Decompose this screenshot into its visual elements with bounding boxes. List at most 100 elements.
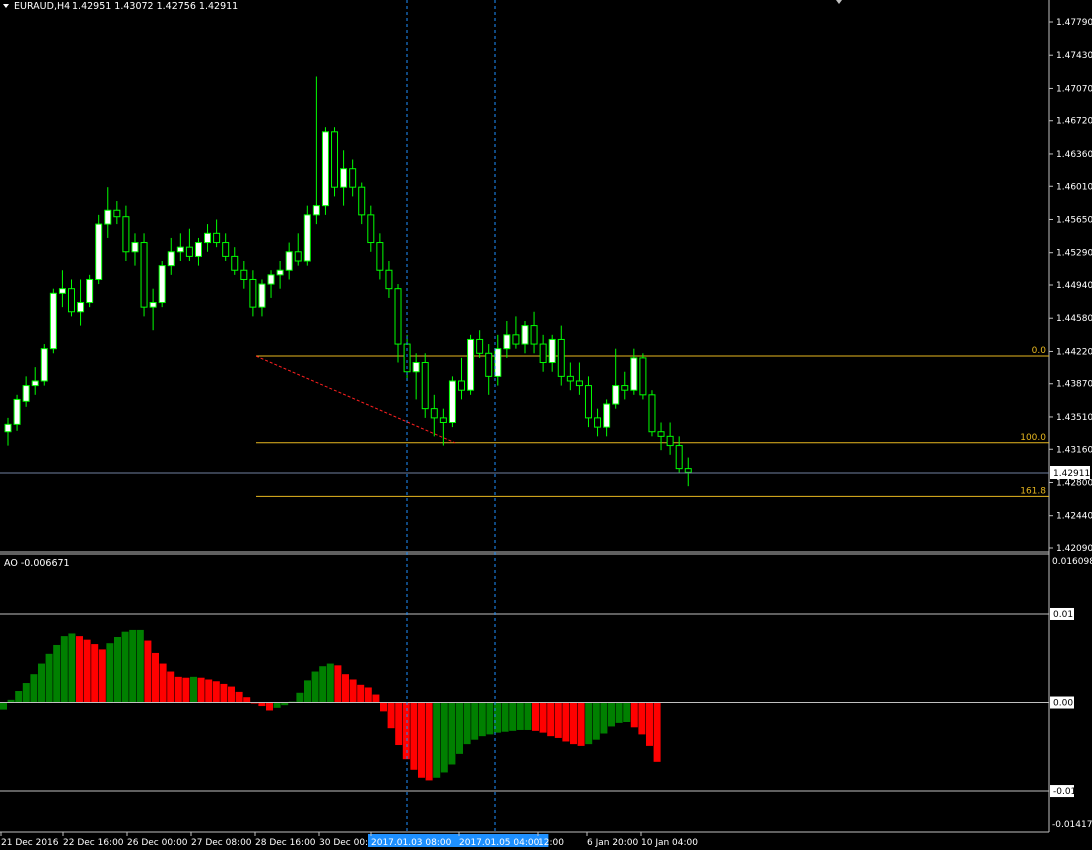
time-tick-label: 28 Dec 16:00 (255, 838, 316, 848)
ao-bar (121, 631, 129, 703)
ao-bar (205, 679, 213, 703)
ao-bar (433, 702, 441, 778)
ao-bar (45, 653, 53, 703)
time-tick-label: 10 Jan 04:00 (641, 838, 698, 848)
candle-body (603, 403, 611, 428)
candle-body (95, 223, 103, 280)
ao-bar (190, 676, 197, 703)
price-tick-label: 1.46360 (1056, 150, 1092, 160)
candle-body (439, 417, 447, 423)
ao-bar (258, 702, 266, 707)
current-price-label: 1.42911 (1053, 469, 1090, 479)
ao-bar (486, 702, 494, 735)
time-tick-label: 21 Dec 2016 (1, 838, 59, 848)
ao-tick-label: 0.016098 (1052, 557, 1092, 567)
ao-bar (372, 694, 380, 703)
candle-body (240, 269, 248, 280)
candle-body (421, 362, 429, 410)
ao-bar (554, 702, 562, 738)
ao-bar (174, 676, 182, 703)
ao-bar (615, 702, 623, 723)
ao-bar (357, 684, 365, 703)
candle-body (204, 232, 212, 244)
candle-body (303, 214, 311, 262)
ao-bar (15, 691, 23, 703)
candle-body (312, 205, 320, 216)
candle-body (294, 251, 302, 262)
time-tick-label: 2017.01.03 08:00 (371, 838, 452, 848)
ao-bar (212, 681, 220, 703)
ao-bar (326, 663, 334, 703)
candle-body (394, 288, 402, 345)
ao-bar (516, 702, 524, 730)
fib-level-label: 100.0 (1020, 433, 1046, 443)
price-tick-label: 1.42440 (1056, 512, 1092, 522)
price-tick-label: 1.47070 (1056, 84, 1092, 94)
candle-body (58, 288, 66, 294)
candle-body (639, 357, 647, 396)
ohlc-values: 1.42951 1.43072 1.42756 1.42911 (72, 1, 238, 12)
time-tick-label: 27 Dec 08:00 (191, 838, 252, 848)
ao-level-label: 0.01 (1053, 610, 1073, 620)
price-tick-label: 1.47790 (1056, 18, 1092, 28)
ao-bar (547, 702, 555, 737)
ao-bar (380, 702, 387, 712)
ao-bar (471, 702, 479, 740)
candle-body (657, 431, 665, 437)
ao-bar (387, 702, 395, 729)
indicator-name: AO -0.006671 (4, 558, 70, 569)
candle-body (621, 385, 629, 391)
candle-body (412, 362, 420, 373)
window-menu-arrow-icon[interactable] (3, 4, 9, 8)
candle-body (67, 288, 75, 313)
ao-bar (152, 652, 159, 703)
ao-bar (539, 702, 547, 733)
price-tick-label: 1.46010 (1056, 182, 1092, 192)
ao-bar (136, 629, 144, 703)
price-tick-label: 1.42800 (1056, 478, 1092, 488)
scroll-marker-icon[interactable] (836, 0, 842, 4)
price-tick-label: 1.46720 (1056, 117, 1092, 127)
ao-level-label: -0.01 (1053, 787, 1076, 797)
price-tick-label: 1.42090 (1056, 544, 1092, 554)
ao-bar (30, 674, 38, 703)
candle-body (476, 338, 484, 354)
ao-bar (425, 702, 433, 781)
ao-bar (266, 702, 273, 711)
chart-header: EURAUD,H4 1.42951 1.43072 1.42756 1.4291… (3, 1, 238, 12)
candle-body (176, 246, 184, 253)
ao-bar (456, 702, 463, 754)
candle-body (258, 283, 266, 308)
candle-body (167, 251, 175, 267)
ao-bar (159, 663, 167, 703)
ao-bar (592, 702, 600, 740)
candle-body (231, 255, 239, 271)
ao-bar (638, 702, 646, 735)
ao-bar (273, 702, 281, 708)
ao-bar (76, 636, 83, 703)
candle-body (376, 242, 384, 271)
candle-body (575, 380, 583, 387)
ao-bar (129, 629, 137, 703)
candle-body (4, 423, 12, 433)
candle-body (458, 380, 465, 391)
price-tick-label: 1.44580 (1056, 314, 1092, 324)
ao-bar (509, 702, 517, 731)
ao-bar (311, 671, 319, 703)
ao-bar (144, 640, 152, 703)
ao-bar (98, 649, 106, 703)
ao-bar (197, 677, 205, 703)
ao-bar (501, 702, 509, 732)
candle-body (249, 278, 257, 308)
candle-body (630, 357, 638, 391)
candle-body (331, 131, 339, 188)
candle-body (367, 214, 375, 244)
price-tick-label: 1.43160 (1056, 445, 1092, 455)
candle-body (104, 209, 112, 225)
trading-chart[interactable]: EURAUD,H4 1.42951 1.43072 1.42756 1.4291… (0, 0, 1092, 850)
time-tick-label: 2017.01.05 04:00 (459, 838, 540, 848)
ao-bar (418, 702, 425, 778)
price-tick-label: 1.44220 (1056, 347, 1092, 357)
candle-body (285, 251, 293, 271)
price-tick-label: 1.43870 (1056, 380, 1092, 390)
